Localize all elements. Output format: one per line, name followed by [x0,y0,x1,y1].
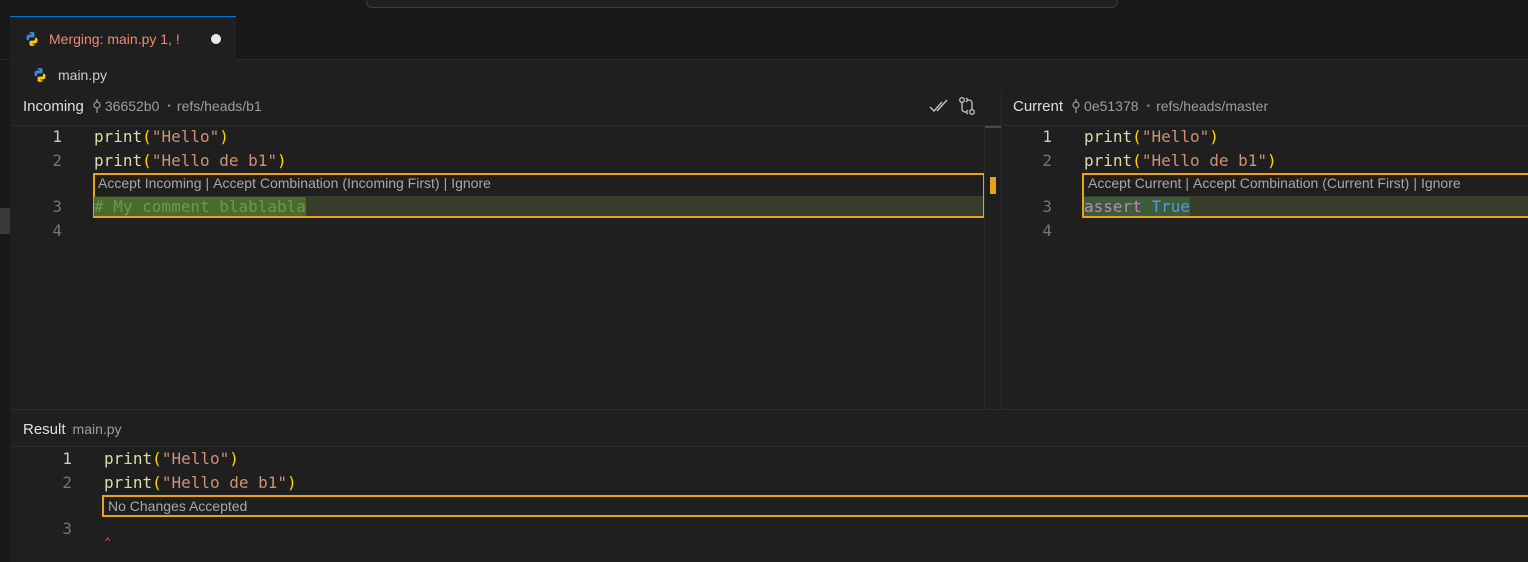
unsaved-dot-icon[interactable] [211,34,221,44]
pane-divider[interactable] [1001,90,1002,410]
code-line[interactable]: print("Hello de b1") [1084,151,1277,170]
code-line[interactable]: print("Hello") [94,127,229,146]
ignore-incoming-link[interactable]: Ignore [451,175,491,191]
python-icon [26,31,38,46]
incoming-commit[interactable]: 36652b0 [92,98,160,114]
lens-separator: | [443,175,448,191]
line-number: 3 [1042,197,1052,216]
line-number: 1 [1042,127,1052,146]
line-number: 4 [52,221,62,240]
code-line[interactable]: print("Hello") [1084,127,1219,146]
result-file: main.py [72,421,122,437]
incoming-title: Incoming [23,97,84,115]
lens-separator: | [1185,175,1190,191]
lens-separator: | [205,175,210,191]
line-number: 2 [52,151,62,170]
tab-merging-main-py[interactable]: Merging: main.py 1, ! [10,16,236,60]
conflict-scroll-marker [990,177,996,194]
incoming-codelens: Accept Incoming | Accept Combination (Inco… [98,175,491,191]
result-header: Result main.py [23,418,122,440]
title-bar [0,0,1528,16]
git-compare-icon [959,97,975,115]
header-divider [10,125,1528,126]
separator-dot: • [167,100,171,112]
ignore-current-link[interactable]: Ignore [1421,175,1461,191]
tab-title: Merging: main.py 1, ! [49,30,180,47]
code-line[interactable]: print("Hello") [104,449,239,468]
edge-marker [0,208,10,234]
check-all-icon [929,99,948,113]
result-title: Result [23,420,66,438]
current-codelens: Accept Current | Accept Combination (Curre… [1088,175,1461,191]
accept-current-link[interactable]: Accept Current [1088,175,1181,191]
incoming-scrollbar[interactable] [984,126,1001,409]
incoming-actions [922,95,978,117]
line-number: 1 [62,449,72,468]
result-divider[interactable] [10,409,1528,410]
current-commit[interactable]: 0e51378 [1071,98,1139,114]
accept-combination-incoming-link[interactable]: Accept Combination (Incoming First) [213,175,439,191]
command-center[interactable] [366,0,1118,8]
activity-edge [0,60,10,562]
line-number: 2 [62,473,72,492]
line-number: 3 [62,519,72,538]
line-number: 2 [1042,151,1052,170]
accept-all-button[interactable] [928,95,950,117]
accept-incoming-link[interactable]: Accept Incoming [98,175,202,191]
current-header: Current 0e51378 • refs/heads/master [1013,94,1268,118]
current-commit-hash: 0e51378 [1084,98,1139,114]
result-header-divider [10,446,1528,447]
result-codelens: No Changes Accepted [108,498,247,514]
no-changes-label: No Changes Accepted [108,498,248,514]
separator-dot: • [1146,100,1151,112]
current-ref: refs/heads/master [1156,98,1269,114]
code-line[interactable]: print("Hello de b1") [104,473,297,492]
git-commit-icon [1072,99,1080,113]
current-title: Current [1013,97,1064,115]
code-line[interactable]: # My comment blablabla [94,197,306,216]
code-line[interactable]: print("Hello de b1") [94,151,287,170]
incoming-ref: refs/heads/b1 [176,98,262,114]
tab-bar: Merging: main.py 1, ! [0,16,1528,60]
scroll-thumb[interactable] [985,126,1001,128]
breadcrumb[interactable]: main.py [32,64,107,86]
breadcrumb-file[interactable]: main.py [58,67,107,83]
error-squiggle-icon: ⌃ [104,535,112,549]
line-number: 3 [52,197,62,216]
result-conflict-box [102,495,1528,517]
incoming-commit-hash: 36652b0 [104,98,160,114]
compare-changes-button[interactable] [956,95,978,117]
git-commit-icon [93,99,101,113]
line-number: 4 [1042,221,1052,240]
line-number: 1 [52,127,62,146]
code-line[interactable]: assert True [1084,197,1190,216]
accept-combination-current-link[interactable]: Accept Combination (Current First) [1193,175,1409,191]
lens-separator: | [1413,175,1417,191]
incoming-header: Incoming 36652b0 • refs/heads/b1 [23,94,262,118]
python-icon [34,68,46,82]
